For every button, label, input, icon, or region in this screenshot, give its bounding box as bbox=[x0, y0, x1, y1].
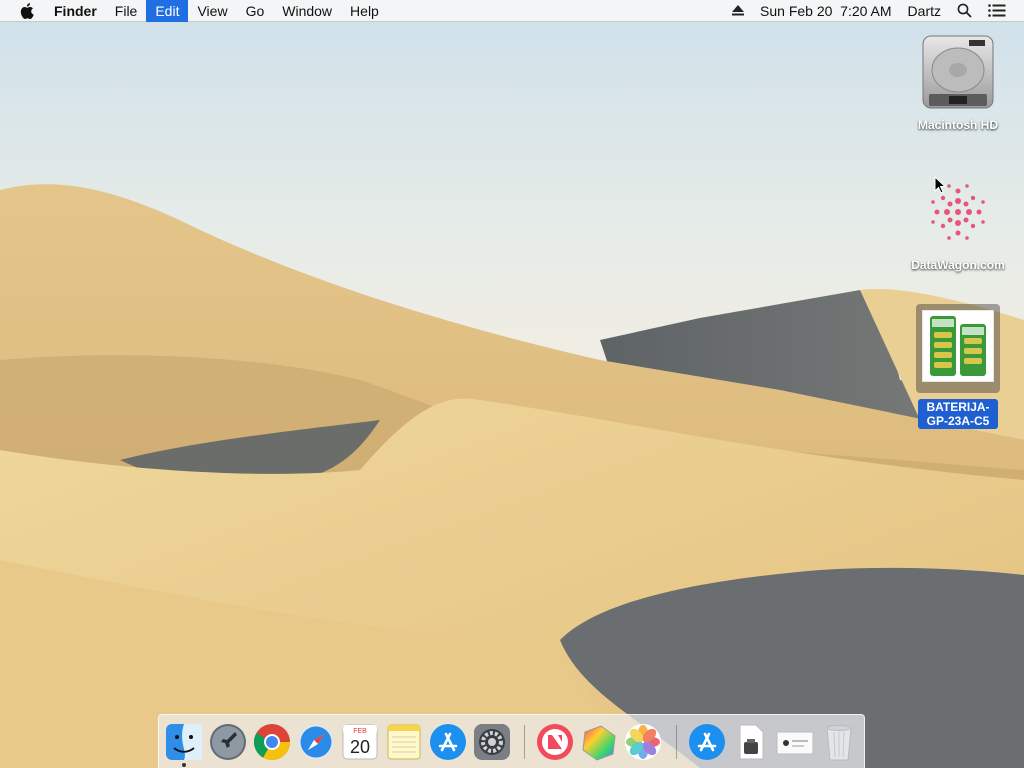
running-indicator bbox=[182, 763, 186, 767]
desktop-icon-macintosh-hd[interactable]: Macintosh HD bbox=[898, 32, 1018, 132]
hard-drive-icon bbox=[922, 35, 994, 109]
eject-icon[interactable] bbox=[724, 0, 752, 22]
image-file-icon[interactable] bbox=[775, 722, 815, 762]
desktop-icon-label: DataWagon.com bbox=[911, 258, 1005, 272]
menu-go[interactable]: Go bbox=[237, 0, 274, 22]
mouse-pointer-icon bbox=[934, 176, 946, 194]
dock: FEB 20 bbox=[158, 714, 865, 768]
label-line-2: GP-23A-C5 bbox=[926, 414, 990, 428]
applications-folder-icon[interactable] bbox=[687, 722, 727, 762]
menu-file[interactable]: File bbox=[106, 0, 147, 22]
dock-separator bbox=[676, 725, 677, 759]
battery-pack-image-icon bbox=[921, 309, 995, 383]
desktop-icon-label: Macintosh HD bbox=[917, 118, 998, 132]
wallpaper-dunes bbox=[0, 184, 1024, 768]
desktop-icon-datawagon[interactable]: DataWagon.com bbox=[898, 172, 1018, 272]
desktop-icon-label-selected: BATERIJA- GP-23A-C5 bbox=[918, 399, 998, 429]
menubar-clock[interactable]: Sun Feb 20 7:20 AM bbox=[752, 0, 900, 22]
menu-edit[interactable]: Edit bbox=[146, 0, 189, 22]
document-icon[interactable] bbox=[731, 722, 771, 762]
apple-icon[interactable] bbox=[0, 0, 45, 22]
menu-bar: Finder File Edit View Go Window Help Sun… bbox=[0, 0, 1024, 22]
menu-help[interactable]: Help bbox=[341, 0, 388, 22]
pink-dots-image-icon bbox=[931, 184, 985, 240]
spotlight-search-icon[interactable] bbox=[949, 0, 980, 22]
desktop[interactable]: Finder File Edit View Go Window Help Sun… bbox=[0, 0, 1024, 768]
calendar-day: 20 bbox=[350, 737, 370, 757]
safari-icon[interactable] bbox=[296, 722, 336, 762]
launchpad-icon[interactable] bbox=[208, 722, 248, 762]
system-preferences-icon[interactable] bbox=[472, 722, 512, 762]
label-line-1: BATERIJA- bbox=[926, 400, 990, 414]
notes-icon[interactable] bbox=[384, 722, 424, 762]
dock-separator bbox=[524, 725, 525, 759]
color-picker-icon[interactable] bbox=[579, 722, 619, 762]
menubar-user[interactable]: Dartz bbox=[900, 0, 949, 22]
selection-highlight bbox=[916, 304, 1000, 393]
app-store-icon[interactable] bbox=[428, 722, 468, 762]
menu-view[interactable]: View bbox=[188, 0, 236, 22]
finder-icon[interactable] bbox=[164, 722, 204, 762]
calendar-icon[interactable]: FEB 20 bbox=[340, 722, 380, 762]
menu-window[interactable]: Window bbox=[273, 0, 341, 22]
calendar-month: FEB bbox=[353, 728, 367, 735]
news-icon[interactable] bbox=[535, 722, 575, 762]
desktop-icon-baterija[interactable]: BATERIJA- GP-23A-C5 bbox=[898, 304, 1018, 429]
photos-icon[interactable] bbox=[623, 722, 663, 762]
app-menu-finder[interactable]: Finder bbox=[45, 0, 106, 22]
trash-icon[interactable] bbox=[819, 722, 859, 762]
notification-center-icon[interactable] bbox=[980, 0, 1014, 22]
chrome-icon[interactable] bbox=[252, 722, 292, 762]
